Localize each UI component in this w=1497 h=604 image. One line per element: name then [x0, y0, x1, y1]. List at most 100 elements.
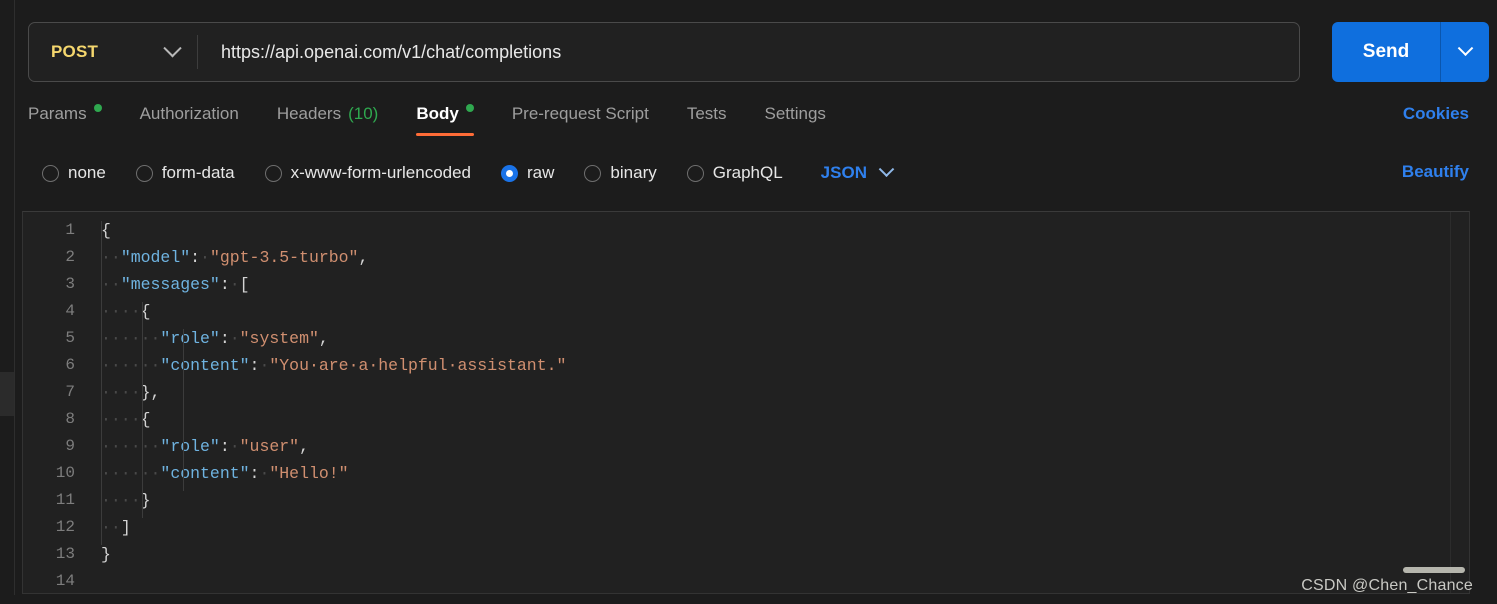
- code-token-ws: ··: [101, 518, 121, 537]
- radio-circle-icon: [584, 165, 601, 182]
- chevron-down-icon: [163, 39, 181, 57]
- body-format-dropdown[interactable]: JSON: [821, 163, 892, 183]
- code-line: ······"content":·"You·are·a·helpful·assi…: [101, 356, 566, 375]
- code-token-punc: :: [220, 329, 230, 348]
- code-token-punc: {: [101, 221, 111, 240]
- radio-x-www-form-urlencoded[interactable]: x-www-form-urlencoded: [265, 163, 471, 183]
- code-token-punc: :: [220, 437, 230, 456]
- code-token-ws: ··: [101, 275, 121, 294]
- code-token-str: "system": [240, 329, 319, 348]
- tab-label: Tests: [687, 104, 727, 124]
- code-line: ····{: [101, 302, 151, 321]
- line-number: 8: [23, 410, 75, 428]
- code-line: ····}: [101, 491, 151, 510]
- code-token-str: "gpt-3.5-turbo": [210, 248, 359, 267]
- code-token-key: "content": [160, 464, 249, 483]
- url-input[interactable]: https://api.openai.com/v1/chat/completio…: [198, 23, 1299, 81]
- code-line: {: [101, 221, 111, 240]
- request-url-row: POST https://api.openai.com/v1/chat/comp…: [28, 22, 1468, 82]
- body-type-radios: none form-data x-www-form-urlencoded raw…: [42, 156, 892, 190]
- tab-params[interactable]: Params: [28, 98, 102, 142]
- editor-horizontal-scrollbar[interactable]: [1403, 567, 1465, 573]
- code-line: ····{: [101, 410, 151, 429]
- editor-code-area[interactable]: {··"model":·"gpt-3.5-turbo",··"messages"…: [89, 212, 1469, 593]
- tab-label: Settings: [765, 104, 826, 124]
- code-token-ws: ··: [101, 248, 121, 267]
- indent-guide: [183, 329, 184, 491]
- status-dot-icon: [94, 104, 102, 112]
- chevron-down-icon: [879, 161, 895, 177]
- line-number: 7: [23, 383, 75, 401]
- radio-circle-selected-icon: [501, 165, 518, 182]
- code-token-punc: ]: [121, 518, 131, 537]
- code-token-ws: ······: [101, 329, 160, 348]
- line-number: 14: [23, 572, 75, 590]
- radio-form-data[interactable]: form-data: [136, 163, 235, 183]
- line-number: 10: [23, 464, 75, 482]
- line-number: 4: [23, 302, 75, 320]
- radio-circle-icon: [687, 165, 704, 182]
- tab-pre-request-script[interactable]: Pre-request Script: [512, 98, 649, 142]
- left-rail: [0, 0, 14, 604]
- code-line: ··"messages":·[: [101, 275, 250, 294]
- code-token-str: "Hello!": [269, 464, 348, 483]
- code-token-str: "user": [240, 437, 299, 456]
- radio-none[interactable]: none: [42, 163, 106, 183]
- code-line: ······"role":·"system",: [101, 329, 329, 348]
- line-number: 11: [23, 491, 75, 509]
- code-token-punc: :: [250, 464, 260, 483]
- code-token-key: "messages": [121, 275, 220, 294]
- tab-tests[interactable]: Tests: [687, 98, 727, 142]
- code-token-punc: :: [190, 248, 200, 267]
- status-dot-icon: [466, 104, 474, 112]
- code-token-ws: ····: [101, 383, 141, 402]
- request-tabs: Params Authorization Headers (10) Body P…: [28, 98, 864, 142]
- indent-guide: [142, 302, 143, 518]
- code-token-key: "role": [160, 329, 219, 348]
- body-format-label: JSON: [821, 163, 867, 183]
- code-token-punc: ,: [299, 437, 309, 456]
- tab-label: Authorization: [140, 104, 239, 124]
- code-token-ws: ·: [230, 275, 240, 294]
- tab-headers[interactable]: Headers (10): [277, 98, 379, 142]
- code-token-punc: ,: [151, 383, 161, 402]
- line-number: 6: [23, 356, 75, 374]
- code-line: ······"role":·"user",: [101, 437, 309, 456]
- postman-request-pane: POST https://api.openai.com/v1/chat/comp…: [0, 0, 1497, 604]
- http-method-dropdown[interactable]: POST: [29, 23, 197, 81]
- tab-authorization[interactable]: Authorization: [140, 98, 239, 142]
- line-number: 2: [23, 248, 75, 266]
- radio-raw[interactable]: raw: [501, 163, 554, 183]
- beautify-link[interactable]: Beautify: [1402, 162, 1469, 182]
- radio-label: GraphQL: [713, 163, 783, 183]
- radio-label: x-www-form-urlencoded: [291, 163, 471, 183]
- code-line: ··]: [101, 518, 131, 537]
- body-code-editor[interactable]: 1234567891011121314 {··"model":·"gpt-3.5…: [22, 211, 1470, 594]
- code-token-punc: :: [220, 275, 230, 294]
- code-line: ······"content":·"Hello!": [101, 464, 349, 483]
- radio-label: raw: [527, 163, 554, 183]
- url-box: POST https://api.openai.com/v1/chat/comp…: [28, 22, 1300, 82]
- body-type-row: none form-data x-www-form-urlencoded raw…: [0, 156, 1497, 190]
- code-token-ws: ······: [101, 464, 160, 483]
- radio-label: none: [68, 163, 106, 183]
- line-number: 13: [23, 545, 75, 563]
- code-token-ws: ····: [101, 491, 141, 510]
- send-button[interactable]: Send: [1332, 22, 1440, 82]
- indent-guide: [101, 221, 102, 545]
- radio-graphql[interactable]: GraphQL: [687, 163, 783, 183]
- code-token-ws: ·: [200, 248, 210, 267]
- editor-right-rule: [1450, 212, 1451, 593]
- tab-settings[interactable]: Settings: [765, 98, 826, 142]
- tab-body[interactable]: Body: [416, 98, 474, 142]
- tab-label: Headers: [277, 104, 341, 124]
- send-options-button[interactable]: [1441, 22, 1489, 82]
- request-tabs-row: Params Authorization Headers (10) Body P…: [0, 98, 1497, 142]
- code-token-key: "content": [160, 356, 249, 375]
- line-number: 5: [23, 329, 75, 347]
- cookies-link[interactable]: Cookies: [1403, 104, 1469, 124]
- tab-label: Params: [28, 104, 87, 124]
- code-token-ws: ······: [101, 437, 160, 456]
- code-token-punc: ,: [358, 248, 368, 267]
- radio-binary[interactable]: binary: [584, 163, 656, 183]
